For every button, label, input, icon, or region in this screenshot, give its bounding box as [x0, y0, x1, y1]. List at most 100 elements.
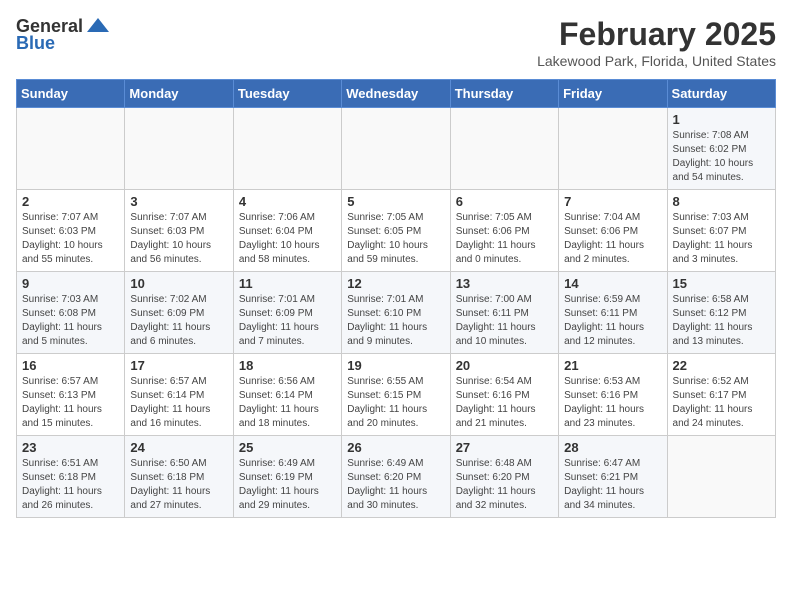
- day-number: 19: [347, 358, 444, 373]
- day-info: Sunrise: 6:50 AM Sunset: 6:18 PM Dayligh…: [130, 457, 227, 513]
- calendar-week-row: 9 Sunrise: 7:03 AM Sunset: 6:08 PM Daylig…: [17, 272, 776, 354]
- day-info: Sunrise: 7:06 AM Sunset: 6:04 PM Dayligh…: [239, 211, 336, 267]
- calendar-cell: 4 Sunrise: 7:06 AM Sunset: 6:04 PM Daylig…: [233, 190, 341, 272]
- day-number: 5: [347, 194, 444, 209]
- calendar-cell: 12 Sunrise: 7:01 AM Sunset: 6:10 PM Dayli…: [342, 272, 450, 354]
- calendar-cell: 10Sunrise: 7:02 AM Sunset: 6:09 PM Dayli…: [125, 272, 233, 354]
- calendar-cell: 15 Sunrise: 6:58 AM Sunset: 6:12 PM Dayli…: [667, 272, 775, 354]
- day-info: Sunrise: 6:49 AM Sunset: 6:19 PM Dayligh…: [239, 457, 336, 513]
- calendar-cell: 9 Sunrise: 7:03 AM Sunset: 6:08 PM Daylig…: [17, 272, 125, 354]
- calendar-week-row: 16 Sunrise: 6:57 AM Sunset: 6:13 PM Dayli…: [17, 354, 776, 436]
- day-number: 3: [130, 194, 227, 209]
- day-number: 22: [673, 358, 770, 373]
- day-number: 17: [130, 358, 227, 373]
- day-number: 14: [564, 276, 661, 291]
- day-info: Sunrise: 7:01 AM Sunset: 6:10 PM Dayligh…: [347, 293, 444, 349]
- day-info: Sunrise: 7:05 AM Sunset: 6:06 PM Dayligh…: [456, 211, 553, 267]
- day-number: 27: [456, 440, 553, 455]
- logo-icon: [87, 18, 109, 32]
- day-number: 10: [130, 276, 227, 291]
- calendar-cell: [450, 108, 558, 190]
- calendar-cell: 17 Sunrise: 6:57 AM Sunset: 6:14 PM Dayli…: [125, 354, 233, 436]
- day-number: 21: [564, 358, 661, 373]
- logo-blue-text: Blue: [16, 33, 55, 54]
- day-info: Sunrise: 7:01 AM Sunset: 6:09 PM Dayligh…: [239, 293, 336, 349]
- calendar-week-row: 23 Sunrise: 6:51 AM Sunset: 6:18 PM Dayli…: [17, 436, 776, 518]
- calendar-table: SundayMondayTuesdayWednesdayThursdayFrid…: [16, 79, 776, 518]
- calendar-cell: 7 Sunrise: 7:04 AM Sunset: 6:06 PM Daylig…: [559, 190, 667, 272]
- day-number: 7: [564, 194, 661, 209]
- calendar-cell: 1 Sunrise: 7:08 AM Sunset: 6:02 PM Daylig…: [667, 108, 775, 190]
- calendar-cell: 26Sunrise: 6:49 AM Sunset: 6:20 PM Dayli…: [342, 436, 450, 518]
- calendar-cell: [233, 108, 341, 190]
- calendar-cell: 22 Sunrise: 6:52 AM Sunset: 6:17 PM Dayli…: [667, 354, 775, 436]
- day-info: Sunrise: 6:47 AM Sunset: 6:21 PM Dayligh…: [564, 457, 661, 513]
- day-info: Sunrise: 6:57 AM Sunset: 6:13 PM Dayligh…: [22, 375, 119, 431]
- day-number: 23: [22, 440, 119, 455]
- day-info: Sunrise: 7:04 AM Sunset: 6:06 PM Dayligh…: [564, 211, 661, 267]
- day-info: Sunrise: 6:52 AM Sunset: 6:17 PM Dayligh…: [673, 375, 770, 431]
- weekday-header-row: SundayMondayTuesdayWednesdayThursdayFrid…: [17, 80, 776, 108]
- weekday-header-saturday: Saturday: [667, 80, 775, 108]
- day-number: 11: [239, 276, 336, 291]
- day-info: Sunrise: 6:48 AM Sunset: 6:20 PM Dayligh…: [456, 457, 553, 513]
- day-info: Sunrise: 6:53 AM Sunset: 6:16 PM Dayligh…: [564, 375, 661, 431]
- day-info: Sunrise: 6:54 AM Sunset: 6:16 PM Dayligh…: [456, 375, 553, 431]
- calendar-cell: [17, 108, 125, 190]
- day-number: 13: [456, 276, 553, 291]
- day-info: Sunrise: 7:03 AM Sunset: 6:07 PM Dayligh…: [673, 211, 770, 267]
- day-number: 25: [239, 440, 336, 455]
- calendar-cell: [125, 108, 233, 190]
- calendar-cell: 18Sunrise: 6:56 AM Sunset: 6:14 PM Dayli…: [233, 354, 341, 436]
- calendar-cell: 16 Sunrise: 6:57 AM Sunset: 6:13 PM Dayli…: [17, 354, 125, 436]
- location: Lakewood Park, Florida, United States: [537, 53, 776, 69]
- calendar-cell: 2 Sunrise: 7:07 AM Sunset: 6:03 PM Daylig…: [17, 190, 125, 272]
- day-number: 28: [564, 440, 661, 455]
- day-info: Sunrise: 7:07 AM Sunset: 6:03 PM Dayligh…: [22, 211, 119, 267]
- calendar-cell: 27 Sunrise: 6:48 AM Sunset: 6:20 PM Dayli…: [450, 436, 558, 518]
- day-info: Sunrise: 6:55 AM Sunset: 6:15 PM Dayligh…: [347, 375, 444, 431]
- calendar-cell: 24 Sunrise: 6:50 AM Sunset: 6:18 PM Dayli…: [125, 436, 233, 518]
- calendar-cell: 6 Sunrise: 7:05 AM Sunset: 6:06 PM Daylig…: [450, 190, 558, 272]
- calendar-week-row: 1 Sunrise: 7:08 AM Sunset: 6:02 PM Daylig…: [17, 108, 776, 190]
- day-number: 15: [673, 276, 770, 291]
- calendar-cell: 8 Sunrise: 7:03 AM Sunset: 6:07 PM Daylig…: [667, 190, 775, 272]
- day-number: 16: [22, 358, 119, 373]
- calendar-cell: [342, 108, 450, 190]
- day-number: 26: [347, 440, 444, 455]
- day-number: 8: [673, 194, 770, 209]
- day-number: 1: [673, 112, 770, 127]
- calendar-cell: 11 Sunrise: 7:01 AM Sunset: 6:09 PM Dayli…: [233, 272, 341, 354]
- weekday-header-wednesday: Wednesday: [342, 80, 450, 108]
- weekday-header-thursday: Thursday: [450, 80, 558, 108]
- day-number: 2: [22, 194, 119, 209]
- calendar-week-row: 2 Sunrise: 7:07 AM Sunset: 6:03 PM Daylig…: [17, 190, 776, 272]
- month-title: February 2025: [537, 16, 776, 53]
- day-info: Sunrise: 6:57 AM Sunset: 6:14 PM Dayligh…: [130, 375, 227, 431]
- calendar-cell: 20 Sunrise: 6:54 AM Sunset: 6:16 PM Dayli…: [450, 354, 558, 436]
- calendar-cell: 3Sunrise: 7:07 AM Sunset: 6:03 PM Daylig…: [125, 190, 233, 272]
- day-info: Sunrise: 6:59 AM Sunset: 6:11 PM Dayligh…: [564, 293, 661, 349]
- calendar-cell: 14 Sunrise: 6:59 AM Sunset: 6:11 PM Dayli…: [559, 272, 667, 354]
- day-number: 12: [347, 276, 444, 291]
- page-header: General Blue February 2025 Lakewood Park…: [16, 16, 776, 69]
- day-info: Sunrise: 7:05 AM Sunset: 6:05 PM Dayligh…: [347, 211, 444, 267]
- day-number: 20: [456, 358, 553, 373]
- weekday-header-monday: Monday: [125, 80, 233, 108]
- day-number: 24: [130, 440, 227, 455]
- day-info: Sunrise: 6:51 AM Sunset: 6:18 PM Dayligh…: [22, 457, 119, 513]
- weekday-header-sunday: Sunday: [17, 80, 125, 108]
- calendar-cell: 5 Sunrise: 7:05 AM Sunset: 6:05 PM Daylig…: [342, 190, 450, 272]
- calendar-cell: [667, 436, 775, 518]
- day-info: Sunrise: 7:08 AM Sunset: 6:02 PM Dayligh…: [673, 129, 770, 185]
- weekday-header-friday: Friday: [559, 80, 667, 108]
- calendar-cell: 23 Sunrise: 6:51 AM Sunset: 6:18 PM Dayli…: [17, 436, 125, 518]
- weekday-header-tuesday: Tuesday: [233, 80, 341, 108]
- day-number: 6: [456, 194, 553, 209]
- day-info: Sunrise: 7:00 AM Sunset: 6:11 PM Dayligh…: [456, 293, 553, 349]
- day-info: Sunrise: 7:03 AM Sunset: 6:08 PM Dayligh…: [22, 293, 119, 349]
- day-number: 4: [239, 194, 336, 209]
- calendar-cell: 25 Sunrise: 6:49 AM Sunset: 6:19 PM Dayli…: [233, 436, 341, 518]
- day-number: 9: [22, 276, 119, 291]
- day-info: Sunrise: 6:58 AM Sunset: 6:12 PM Dayligh…: [673, 293, 770, 349]
